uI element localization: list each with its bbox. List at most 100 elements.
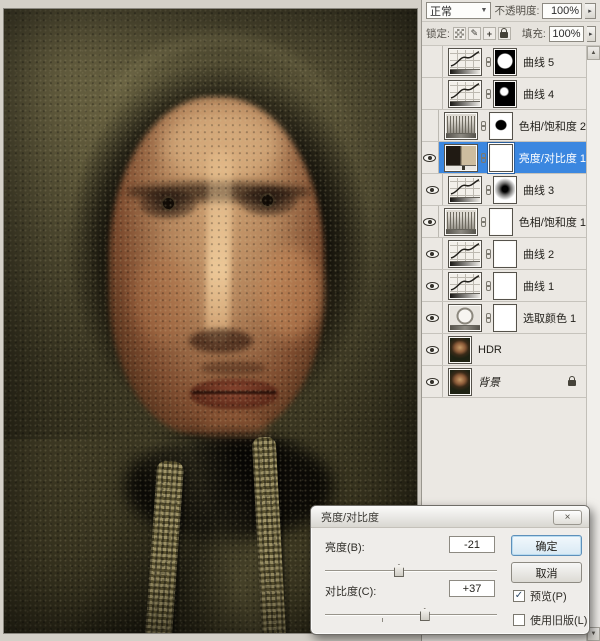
layer-mask-thumbnail[interactable] bbox=[493, 80, 517, 108]
layer-mask-thumbnail[interactable] bbox=[493, 48, 517, 76]
layer-thumbnail[interactable] bbox=[448, 176, 482, 204]
dialog-close-button[interactable]: × bbox=[553, 510, 582, 525]
layer-thumbnail[interactable] bbox=[448, 336, 472, 364]
layer-name[interactable]: HDR bbox=[478, 344, 502, 356]
brightness-slider-thumb[interactable] bbox=[394, 564, 404, 577]
layer-row-curves-5[interactable]: 曲线 5 bbox=[422, 46, 586, 78]
layer-thumbnail[interactable] bbox=[444, 144, 478, 172]
visibility-toggle[interactable] bbox=[422, 110, 439, 141]
layer-name[interactable]: 亮度/对比度 1 bbox=[519, 150, 586, 166]
contrast-label: 对比度(C): bbox=[325, 583, 376, 599]
layers-list: 曲线 5 曲线 4 色相/饱和度 2 bbox=[422, 46, 586, 398]
opacity-spinner-button[interactable]: ▸ bbox=[585, 3, 596, 19]
visibility-toggle[interactable] bbox=[422, 270, 443, 301]
lock-pixels-button[interactable]: ✎ bbox=[468, 27, 481, 40]
contrast-slider[interactable] bbox=[325, 608, 497, 622]
brightness-label: 亮度(B): bbox=[325, 539, 365, 555]
layer-mask-thumbnail[interactable] bbox=[489, 208, 513, 236]
dialog-body: 亮度(B): -21 确定 对比度(C): +37 取消 ✓ 预览(P) bbox=[311, 528, 589, 635]
dialog-title: 亮度/对比度 bbox=[321, 509, 379, 525]
eye-icon bbox=[423, 218, 436, 226]
layer-row-hue-sat-2[interactable]: 色相/饱和度 2 bbox=[422, 110, 586, 142]
layer-thumbnail[interactable] bbox=[448, 272, 482, 300]
fill-spinner-button[interactable]: ▸ bbox=[587, 26, 596, 42]
layer-row-selective-color-1[interactable]: 选取颜色 1 bbox=[422, 302, 586, 334]
ok-button[interactable]: 确定 bbox=[511, 535, 582, 556]
brightness-input[interactable]: -21 bbox=[449, 536, 495, 553]
layer-name[interactable]: 曲线 3 bbox=[523, 182, 554, 198]
layer-row-curves-2[interactable]: 曲线 2 bbox=[422, 238, 586, 270]
lock-transparency-button[interactable] bbox=[453, 27, 466, 40]
link-icon bbox=[484, 313, 492, 323]
layer-mask-thumbnail[interactable] bbox=[493, 240, 517, 268]
visibility-toggle[interactable] bbox=[422, 302, 443, 333]
brightness-slider[interactable] bbox=[325, 564, 497, 578]
blend-mode-select[interactable]: 正常 ▼ bbox=[426, 2, 491, 19]
lock-position-button[interactable]: + bbox=[483, 27, 496, 40]
visibility-toggle[interactable] bbox=[422, 366, 443, 397]
fill-input[interactable]: 100% bbox=[549, 26, 584, 42]
link-icon bbox=[480, 217, 488, 227]
visibility-toggle[interactable] bbox=[422, 78, 443, 109]
eye-icon bbox=[426, 314, 439, 322]
layer-name[interactable]: 曲线 5 bbox=[523, 54, 554, 70]
preview-checkbox-row[interactable]: ✓ 预览(P) bbox=[513, 588, 567, 604]
link-icon bbox=[484, 57, 492, 67]
eye-icon bbox=[426, 346, 439, 354]
brightness-value: -21 bbox=[464, 539, 480, 551]
layer-mask-thumbnail[interactable] bbox=[489, 112, 513, 140]
visibility-toggle[interactable] bbox=[422, 46, 443, 77]
layer-thumbnail[interactable] bbox=[448, 80, 482, 108]
layer-name[interactable]: 色相/饱和度 1 bbox=[519, 214, 586, 230]
layer-thumbnail[interactable] bbox=[444, 112, 478, 140]
opacity-input[interactable]: 100% bbox=[542, 3, 582, 19]
cancel-button[interactable]: 取消 bbox=[511, 562, 582, 583]
layer-mask-thumbnail[interactable] bbox=[493, 176, 517, 204]
visibility-toggle[interactable] bbox=[422, 174, 443, 205]
contrast-input[interactable]: +37 bbox=[449, 580, 495, 597]
opacity-value: 100% bbox=[551, 5, 579, 17]
layer-name[interactable]: 选取颜色 1 bbox=[523, 310, 576, 326]
legacy-checkbox-row[interactable]: 使用旧版(L) bbox=[513, 612, 587, 628]
brush-icon: ✎ bbox=[471, 28, 479, 39]
layer-name[interactable]: 背景 bbox=[478, 374, 500, 390]
preview-checkbox[interactable]: ✓ bbox=[513, 590, 525, 602]
layer-mask-thumbnail[interactable] bbox=[493, 304, 517, 332]
lock-all-button[interactable] bbox=[498, 27, 511, 40]
visibility-toggle[interactable] bbox=[422, 334, 443, 365]
layer-row-background[interactable]: 背景 bbox=[422, 366, 586, 398]
blend-mode-value: 正常 bbox=[430, 3, 452, 19]
visibility-toggle[interactable] bbox=[422, 142, 439, 173]
layer-thumbnail[interactable] bbox=[448, 368, 472, 396]
fill-value: 100% bbox=[552, 28, 580, 40]
opacity-label: 不透明度: bbox=[494, 3, 539, 18]
layer-lock-icon bbox=[568, 380, 576, 386]
layer-thumbnail[interactable] bbox=[448, 48, 482, 76]
chevron-down-icon: ▼ bbox=[481, 7, 488, 14]
layer-name[interactable]: 曲线 1 bbox=[523, 278, 554, 294]
legacy-checkbox[interactable] bbox=[513, 614, 525, 626]
visibility-toggle[interactable] bbox=[422, 238, 443, 269]
layer-name[interactable]: 曲线 2 bbox=[523, 246, 554, 262]
layer-row-hue-sat-1[interactable]: 色相/饱和度 1 bbox=[422, 206, 586, 238]
link-icon bbox=[484, 281, 492, 291]
layer-row-hdr[interactable]: HDR bbox=[422, 334, 586, 366]
layer-thumbnail[interactable] bbox=[444, 208, 478, 236]
layer-row-brightness-contrast-1[interactable]: 亮度/对比度 1 bbox=[422, 142, 586, 174]
visibility-toggle[interactable] bbox=[422, 206, 439, 237]
layer-name[interactable]: 曲线 4 bbox=[523, 86, 554, 102]
padlock-icon bbox=[500, 32, 508, 38]
layer-name[interactable]: 色相/饱和度 2 bbox=[519, 118, 586, 134]
layer-thumbnail[interactable] bbox=[448, 304, 482, 332]
layer-row-curves-4[interactable]: 曲线 4 bbox=[422, 78, 586, 110]
layer-thumbnail[interactable] bbox=[448, 240, 482, 268]
layer-row-curves-1[interactable]: 曲线 1 bbox=[422, 270, 586, 302]
contrast-slider-thumb[interactable] bbox=[420, 608, 430, 621]
dialog-titlebar[interactable]: 亮度/对比度 bbox=[311, 506, 589, 528]
layer-mask-thumbnail[interactable] bbox=[489, 144, 513, 172]
contrast-value: +37 bbox=[463, 583, 482, 595]
layer-row-curves-3[interactable]: 曲线 3 bbox=[422, 174, 586, 206]
scroll-up-button[interactable]: ▲ bbox=[587, 46, 600, 60]
layer-mask-thumbnail[interactable] bbox=[493, 272, 517, 300]
slider-track bbox=[325, 614, 497, 616]
